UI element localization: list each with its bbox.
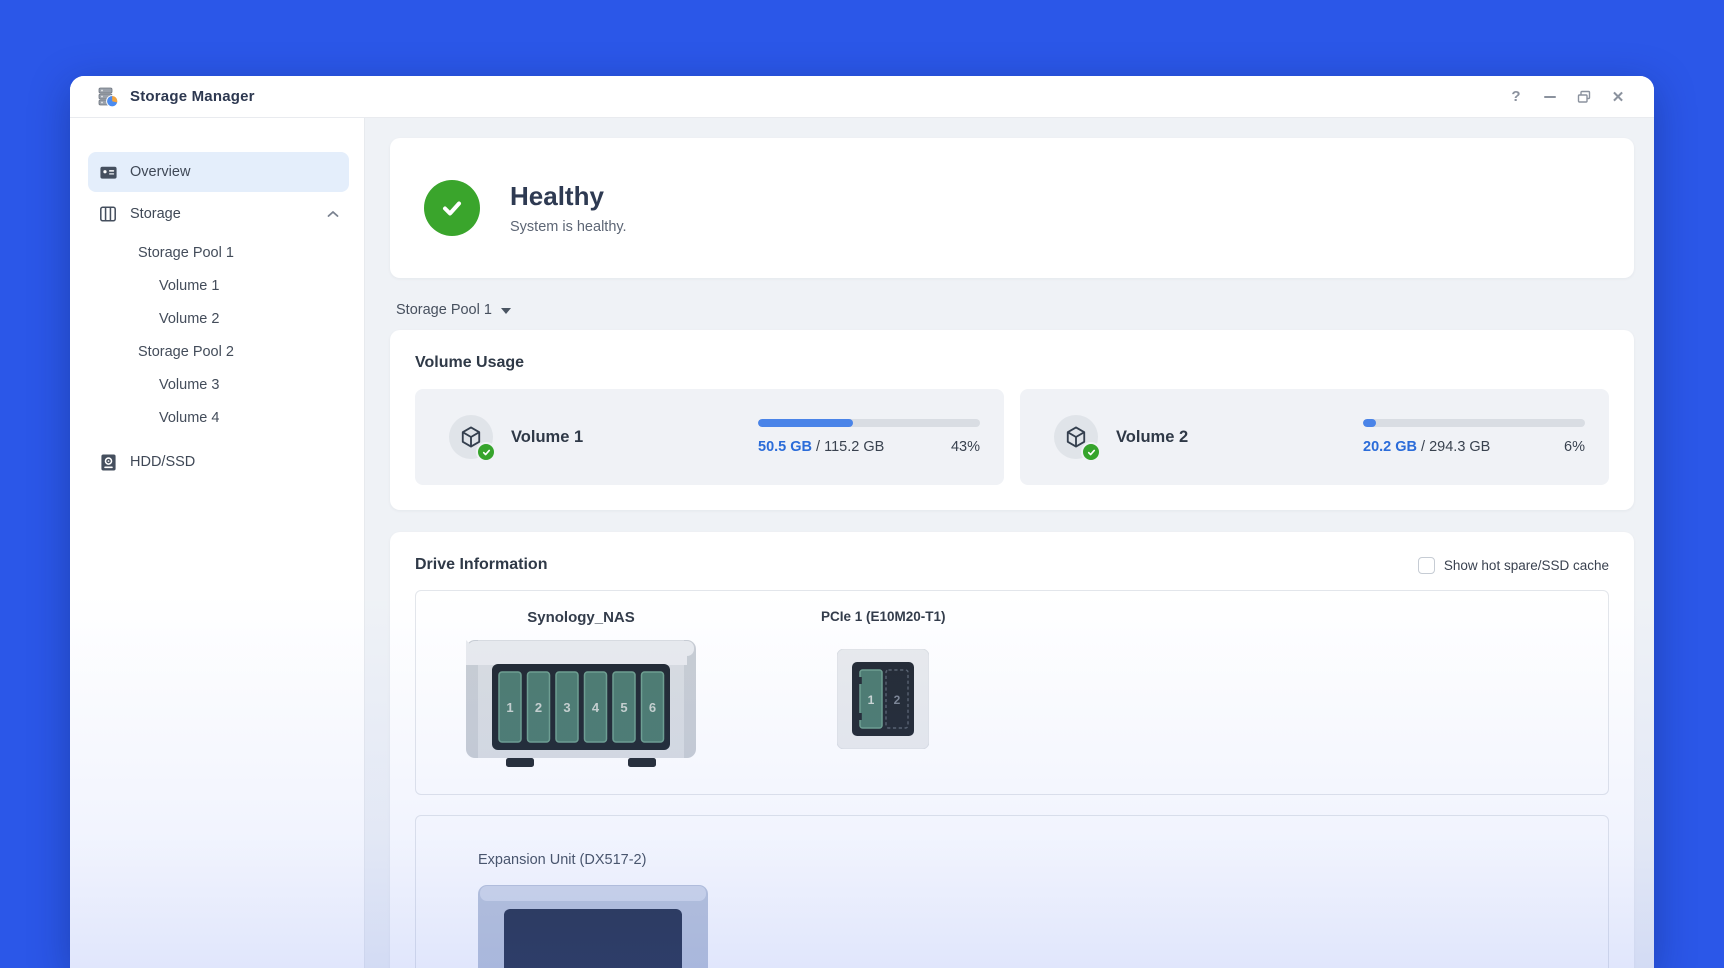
sidebar-item-overview[interactable]: Overview [88,152,349,192]
sidebar-item-volume-4[interactable]: Volume 4 [70,401,364,434]
sidebar-item-volume-3[interactable]: Volume 3 [70,368,364,401]
drive-bay-number: 3 [563,700,570,715]
storage-pool-selector-label: Storage Pool 1 [396,302,492,318]
volume-usage-bar [758,419,980,427]
volume-usage-title: Volume Usage [415,354,525,371]
restore-icon [1577,90,1591,103]
sidebar-item-volume-1[interactable]: Volume 1 [70,269,364,302]
healthy-check-icon [424,180,480,236]
drive-bay-number: 5 [620,700,627,715]
volume-total-value: 294.3 GB [1429,439,1491,455]
sidebar: Overview Storage Storage Pool 1 Volume 1… [70,118,365,968]
volume-name: Volume 2 [1116,427,1189,446]
window-title: Storage Manager [130,88,255,105]
volume-name: Volume 1 [511,427,584,446]
expansion-unit-box: Expansion Unit (DX517-2) [415,815,1609,968]
ssd-slot-number: 2 [894,693,901,707]
expansion-unit-name: Expansion Unit (DX517-2) [478,852,647,868]
drive-information-panel: Drive Information Show hot spare/SSD cac… [390,532,1634,968]
show-hot-spare-toggle[interactable]: Show hot spare/SSD cache [1417,556,1609,574]
main-content: Healthy System is healthy. Storage Pool … [365,118,1654,968]
volume-1-usage-card: Volume 1 50.5 GB / 115.2 GB 43% [415,389,1004,485]
storage-manager-app-icon [95,84,121,110]
pcie-card-graphic: 1 2 [837,649,930,749]
volume-total-value: 115.2 GB [824,439,885,455]
sidebar-item-volume-2[interactable]: Volume 2 [70,302,364,335]
volume-used-value: 50.5 GB [758,439,812,455]
volume-healthy-badge-icon [476,442,496,462]
help-button[interactable]: ? [1502,84,1530,110]
drive-bay-number: 6 [649,700,656,715]
volume-percent: 6% [1564,439,1585,455]
pcie-card-device[interactable]: PCIe 1 (E10M20-T1) 1 2 [821,609,946,749]
volume-usage-bar [1363,419,1585,427]
drive-bay-number: 1 [506,700,513,715]
chevron-up-icon[interactable] [327,210,339,218]
storage-icon [98,204,118,224]
overview-icon [98,162,118,182]
titlebar: Storage Manager ? ✕ [70,76,1654,118]
sidebar-item-storage[interactable]: Storage [88,194,349,234]
help-icon: ? [1511,88,1521,105]
close-button[interactable]: ✕ [1604,84,1632,110]
nas-chassis-graphic: 1 2 3 4 5 6 [466,640,696,767]
health-subtitle: System is healthy. [510,219,627,235]
minimize-button[interactable] [1536,84,1564,110]
sidebar-item-hdd-ssd[interactable]: HDD/SSD [88,442,349,482]
minimize-icon [1544,95,1556,98]
sidebar-item-label: HDD/SSD [130,454,196,470]
separator: / [1417,439,1430,455]
main-unit-box: Synology_NAS 1 2 3 4 5 6 PCIe 1 (E10M20-… [415,590,1609,795]
sidebar-item-label: Overview [130,164,191,180]
storage-manager-window: Storage Manager ? ✕ Overview Storage Sto… [70,76,1654,968]
ssd-slot-number: 1 [868,693,875,707]
separator: / [812,439,825,455]
drive-bay-number: 4 [592,700,600,715]
volume-used-value: 20.2 GB [1363,439,1417,455]
volume-percent: 43% [950,439,980,455]
health-status-card: Healthy System is healthy. [390,138,1634,278]
volume-2-usage-card: Volume 2 20.2 GB / 294.3 GB 6% [1020,389,1609,485]
pcie-device-name: PCIe 1 (E10M20-T1) [821,609,946,624]
sidebar-item-label: Storage [130,206,181,222]
show-hot-spare-label: Show hot spare/SSD cache [1443,557,1609,573]
drive-information-title: Drive Information [415,556,548,573]
nas-device-name: Synology_NAS [527,609,635,626]
sidebar-item-storage-pool-2[interactable]: Storage Pool 2 [70,335,364,368]
volume-usage-panel: Volume Usage Volume 1 50.5 GB / 115.2 GB… [390,330,1634,510]
drive-bay-number: 2 [535,700,542,715]
expansion-chassis-graphic[interactable] [478,885,708,968]
sidebar-item-storage-pool-1[interactable]: Storage Pool 1 [70,236,364,269]
storage-pool-selector[interactable]: Storage Pool 1 [396,302,511,318]
restore-button[interactable] [1570,84,1598,110]
show-hot-spare-checkbox[interactable] [1417,556,1435,574]
synology-nas-device[interactable]: Synology_NAS 1 2 3 4 5 6 [466,609,696,768]
hdd-ssd-icon [98,452,118,472]
chevron-down-icon [500,308,511,314]
health-title: Healthy [510,181,604,211]
close-icon: ✕ [1611,88,1625,106]
volume-healthy-badge-icon [1081,442,1101,462]
